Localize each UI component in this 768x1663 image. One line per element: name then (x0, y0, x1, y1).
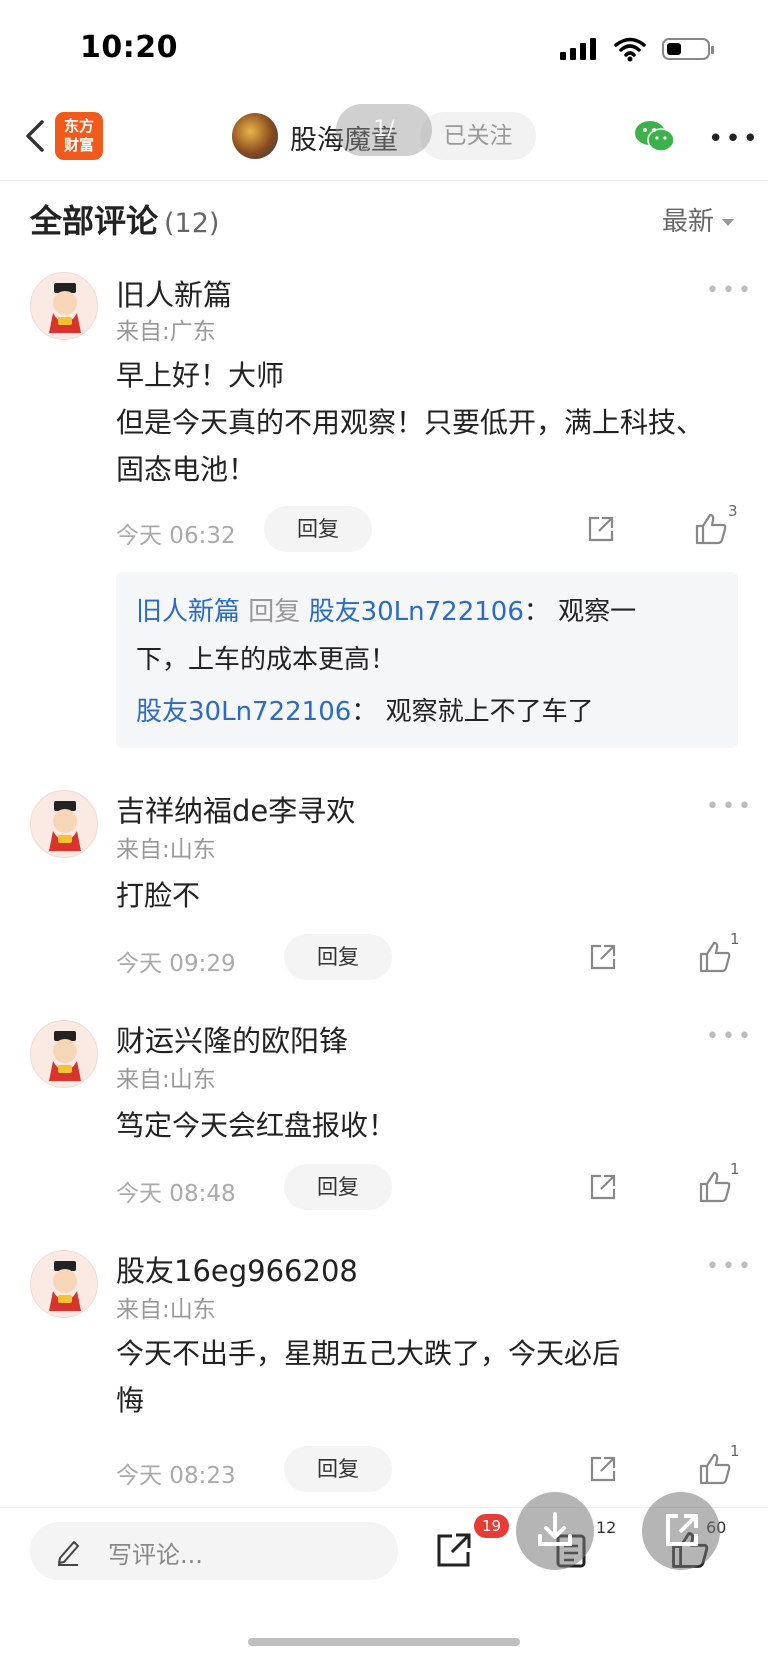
author-avatar[interactable] (232, 113, 278, 159)
like-count: 1 (730, 930, 740, 948)
reply-author[interactable]: 股友30Ln722106 (136, 697, 351, 727)
reply-author[interactable]: 旧人新篇 (136, 597, 240, 627)
comment-more-icon[interactable]: ••• (706, 278, 754, 303)
nav-divider (0, 180, 768, 181)
share-forward-icon[interactable] (434, 1530, 474, 1570)
comment-more-icon[interactable]: ••• (706, 1254, 754, 1279)
commenter-name[interactable]: 股友16eg966208 (116, 1248, 358, 1290)
commenter-avatar[interactable] (30, 272, 98, 340)
like-count: 1 (730, 1160, 740, 1178)
comment-line: 但是今天真的不用观察！只要低开，满上科技、 (116, 406, 705, 439)
app-logo[interactable]: 东方 财富 (55, 112, 103, 160)
commenter-avatar[interactable] (30, 790, 98, 858)
comment-line: 打脸不 (116, 879, 201, 912)
sort-dropdown[interactable]: 最新 (662, 201, 734, 238)
floating-share-button[interactable] (642, 1492, 720, 1570)
comment-body: 笃定今天会红盘报收！ (116, 1102, 726, 1149)
commenter-location: 来自:广东 (116, 319, 216, 345)
reply-button[interactable]: 回复 (284, 934, 392, 980)
comment-more-icon[interactable]: ••• (706, 1024, 754, 1049)
reply-target[interactable]: 股友30Ln722106 (309, 597, 524, 627)
reply-colon: ： (523, 597, 550, 627)
reply-text: 观察一 (558, 597, 637, 627)
follow-button[interactable]: 已关注 (420, 112, 536, 160)
page-indicator-overlay: 1/ (336, 104, 432, 156)
reply-colon: ： (351, 697, 378, 727)
commenter-avatar[interactable] (30, 1020, 98, 1088)
comment-line: 今天不出手，星期五己大跌了，今天必后 (116, 1337, 621, 1370)
fortune-god-avatar-icon (49, 1261, 81, 1311)
reply-button[interactable]: 回复 (284, 1164, 392, 1210)
reply-text: 观察就上不了车了 (385, 697, 594, 727)
logo-line-1: 东方 (63, 117, 94, 135)
share-icon[interactable] (586, 514, 616, 544)
external-share-icon (666, 1514, 698, 1546)
write-comment-input[interactable] (30, 1522, 398, 1580)
comment-time: 今天 06:32 (116, 523, 236, 549)
battery-icon (662, 38, 714, 60)
fortune-god-avatar-icon (49, 283, 81, 333)
commenter-name[interactable]: 财运兴隆的欧阳锋 (116, 1018, 348, 1060)
thumbs-up-icon[interactable] (698, 940, 732, 974)
wifi-icon (614, 37, 646, 62)
reply-thread[interactable]: 旧人新篇 回复 股友30Ln722106： 观察一 下，上车的成本更高！ 股友3… (116, 572, 738, 748)
share-badge: 19 (474, 1514, 510, 1538)
comment-line: 笃定今天会红盘报收！ (116, 1109, 397, 1142)
commenter-name[interactable]: 旧人新篇 (116, 272, 232, 314)
like-count: 1 (730, 1442, 740, 1460)
reply-item: 股友30Ln722106： 观察就上不了车了 (136, 688, 718, 736)
reply-verb: 回复 (248, 597, 301, 627)
floating-download-button[interactable] (516, 1492, 594, 1570)
comment-count: 12 (596, 1518, 617, 1537)
comment-body: 打脸不 (116, 872, 726, 919)
commenter-avatar[interactable] (30, 1250, 98, 1318)
comment-line: 固态电池！ (116, 453, 257, 486)
caret-down-icon (722, 219, 734, 226)
comment-line: 悔 (116, 1384, 145, 1417)
reply-button[interactable]: 回复 (264, 506, 372, 552)
wechat-share-icon[interactable] (634, 118, 676, 154)
share-icon[interactable] (588, 1172, 618, 1202)
comments-count: (12) (164, 208, 220, 239)
comment-more-icon[interactable]: ••• (706, 794, 754, 819)
comment-time: 今天 08:48 (116, 1181, 236, 1207)
logo-line-2: 财富 (63, 136, 94, 154)
thumbs-up-icon[interactable] (698, 1452, 732, 1486)
status-time: 10:20 (80, 30, 178, 65)
reply-button[interactable]: 回复 (284, 1446, 392, 1492)
comment-body: 今天不出手，星期五己大跌了，今天必后 悔 (116, 1330, 726, 1424)
sort-label: 最新 (661, 207, 714, 237)
thumbs-up-icon[interactable] (694, 512, 728, 546)
comment-time: 今天 08:23 (116, 1463, 236, 1489)
share-icon[interactable] (588, 1454, 618, 1484)
comment-line: 早上好！大师 (116, 359, 285, 392)
back-arrow-icon[interactable] (20, 118, 52, 154)
thumbs-up-icon[interactable] (698, 1170, 732, 1204)
comments-title: 全部评论 (30, 202, 159, 240)
commenter-location: 来自:山东 (116, 1297, 216, 1323)
cellular-signal-icon (560, 38, 596, 60)
like-count: 3 (728, 502, 738, 520)
reply-text-continued: 下，上车的成本更高！ (136, 645, 397, 675)
commenter-location: 来自:山东 (116, 1067, 216, 1093)
download-icon (538, 1512, 572, 1546)
write-comment-placeholder[interactable]: 写评论... (108, 1535, 203, 1570)
fortune-god-avatar-icon (49, 801, 81, 851)
commenter-name[interactable]: 吉祥纳福de李寻欢 (116, 788, 355, 830)
more-options-icon[interactable]: ••• (708, 124, 760, 154)
fortune-god-avatar-icon (49, 1031, 81, 1081)
commenter-location: 来自:山东 (116, 837, 216, 863)
home-indicator (248, 1638, 520, 1646)
comment-body: 早上好！大师 但是今天真的不用观察！只要低开，满上科技、 固态电池！ (116, 352, 726, 493)
comments-header: 全部评论 (12) (30, 196, 219, 242)
share-icon[interactable] (588, 942, 618, 972)
comment-time: 今天 09:29 (116, 951, 236, 977)
reply-item: 旧人新篇 回复 股友30Ln722106： 观察一 (136, 588, 718, 636)
pencil-icon (58, 1541, 79, 1566)
